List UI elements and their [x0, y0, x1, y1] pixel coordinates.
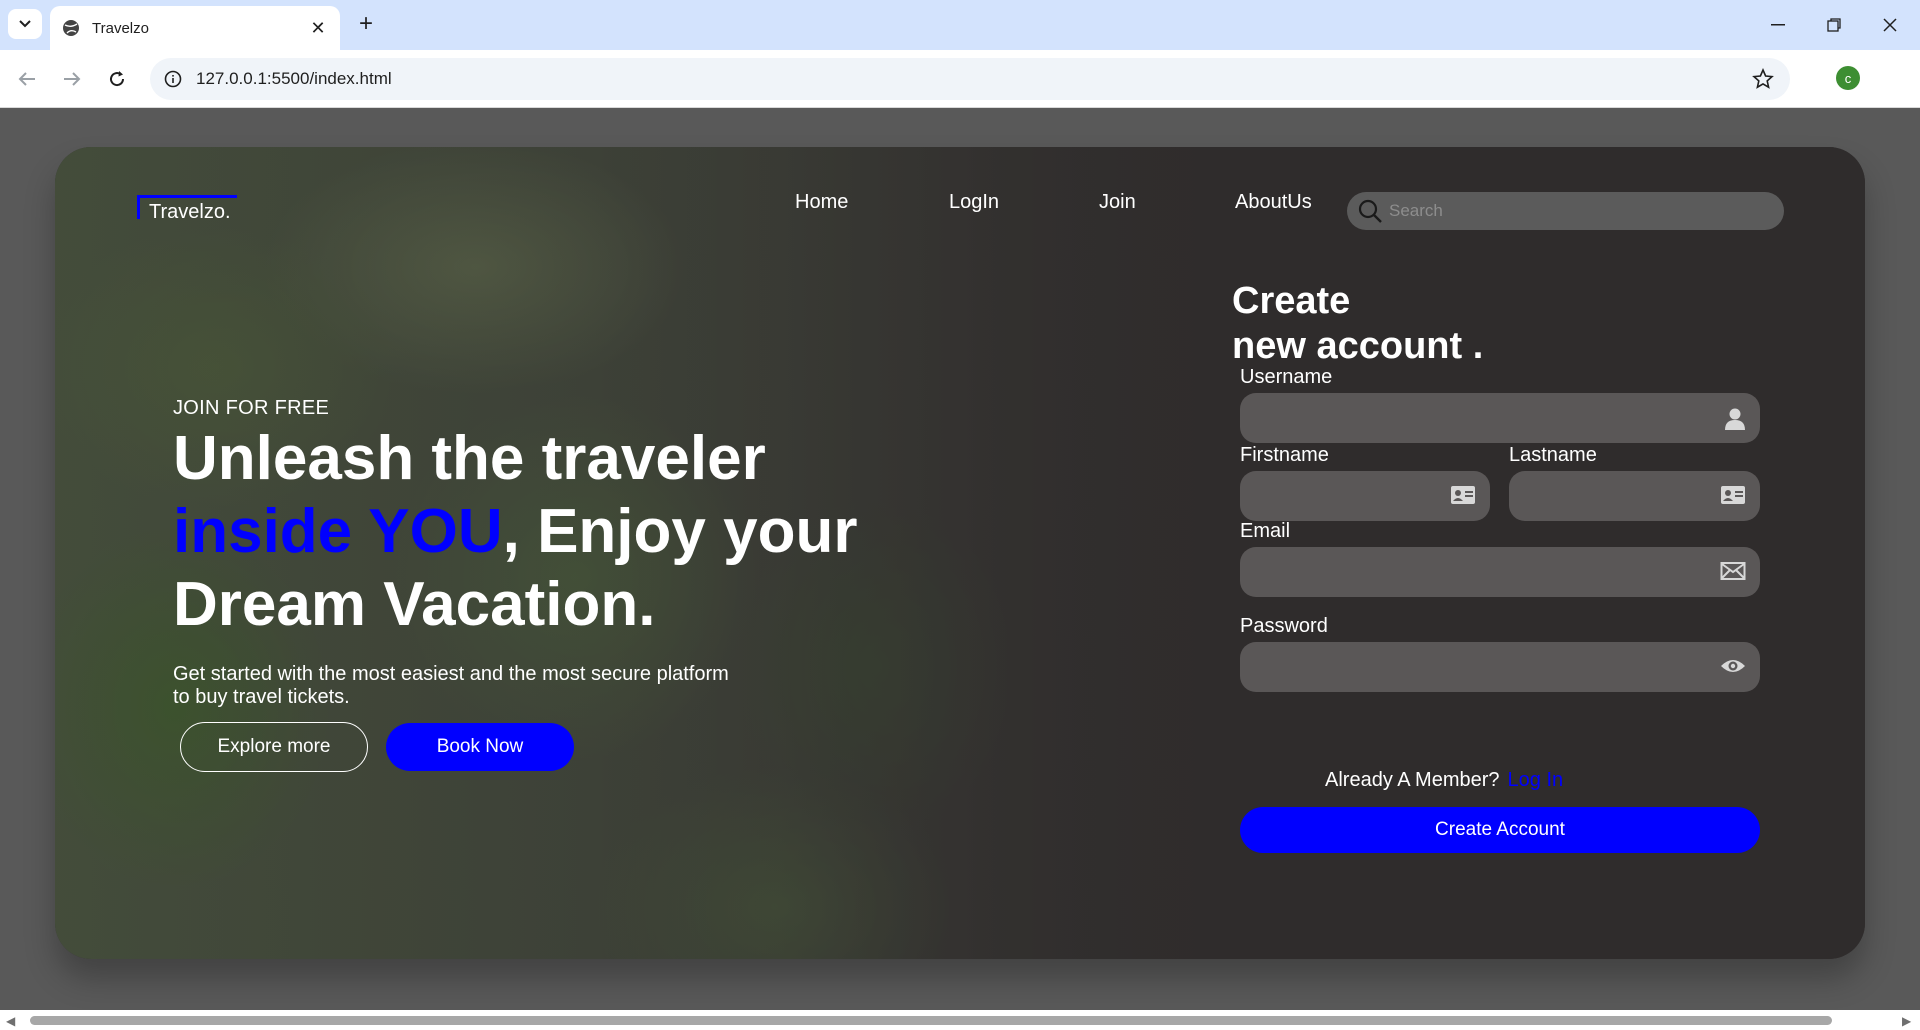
member-text: Already A Member?: [1325, 769, 1500, 791]
id-card-icon: [1451, 486, 1475, 504]
nav-aboutus[interactable]: AboutUs: [1235, 191, 1312, 214]
nav-join[interactable]: Join: [1099, 191, 1136, 214]
forward-button[interactable]: [55, 62, 89, 96]
close-icon: [1883, 18, 1897, 32]
email-label: Email: [1240, 520, 1291, 542]
search-input[interactable]: Search: [1347, 192, 1784, 230]
profile-avatar[interactable]: c: [1836, 66, 1860, 90]
form-title: Create new account .: [1232, 279, 1772, 369]
lastname-label: Lastname: [1509, 444, 1597, 466]
tab-title: Travelzo: [92, 19, 149, 37]
hero-actions: Explore more Book Now: [180, 722, 574, 772]
back-button[interactable]: [10, 62, 44, 96]
lastname-field[interactable]: [1509, 471, 1760, 521]
minimize-button[interactable]: [1750, 0, 1806, 50]
restore-icon: [1827, 18, 1841, 32]
arrow-left-icon: [18, 72, 35, 86]
headline-line-2-rest: , Enjoy your: [502, 497, 858, 566]
hero-subtitle: Get started with the most easiest and th…: [173, 663, 729, 708]
scrollbar-thumb[interactable]: [30, 1016, 1832, 1025]
tab-search-button[interactable]: [8, 9, 42, 39]
page-viewport: Travelzo. Home LogIn Join AboutUs Search…: [0, 109, 1920, 1010]
login-link[interactable]: Log In: [1508, 769, 1564, 791]
new-tab-button[interactable]: +: [352, 10, 380, 38]
close-window-button[interactable]: [1862, 0, 1918, 50]
nav-login[interactable]: LogIn: [949, 191, 999, 214]
address-bar[interactable]: 127.0.0.1:5500/index.html: [150, 58, 1790, 100]
hero-headline: Unleash the traveler inside YOU, Enjoy y…: [173, 422, 933, 641]
minimize-icon: [1771, 24, 1785, 26]
search-icon: [1358, 199, 1382, 223]
browser-toolbar: 127.0.0.1:5500/index.html: [0, 50, 1920, 133]
eye-icon[interactable]: [1720, 656, 1746, 676]
password-label: Password: [1240, 615, 1328, 637]
globe-icon: [63, 20, 79, 36]
tab-close-icon[interactable]: ✕: [308, 18, 328, 39]
firstname-field[interactable]: [1240, 471, 1490, 521]
search-placeholder: Search: [1389, 201, 1443, 220]
travelzo-logo[interactable]: Travelzo.: [137, 195, 247, 235]
envelope-icon: [1720, 562, 1746, 580]
scroll-left-icon[interactable]: ◀: [6, 1014, 15, 1028]
site-info-icon[interactable]: [164, 70, 182, 88]
member-prompt: Already A Member? Log In: [1325, 769, 1563, 792]
id-card-icon: [1721, 486, 1745, 504]
headline-line-1: Unleash the traveler: [173, 424, 766, 493]
logo-text: Travelzo.: [149, 201, 231, 223]
create-account-button[interactable]: Create Account: [1240, 807, 1760, 853]
chevron-down-icon: [19, 20, 31, 28]
book-now-button[interactable]: Book Now: [386, 723, 574, 771]
hero-card: Travelzo. Home LogIn Join AboutUs Search…: [55, 147, 1865, 959]
nav-home[interactable]: Home: [795, 191, 848, 214]
bookmark-star-icon[interactable]: [1752, 68, 1774, 90]
password-field[interactable]: [1240, 642, 1760, 692]
firstname-label: Firstname: [1240, 444, 1329, 466]
headline-line-3: Dream Vacation.: [173, 570, 656, 639]
headline-accent: inside YOU: [173, 497, 503, 566]
email-field[interactable]: [1240, 547, 1760, 597]
restore-button[interactable]: [1806, 0, 1862, 50]
browser-tab[interactable]: Travelzo ✕: [50, 6, 340, 50]
username-field[interactable]: [1240, 393, 1760, 443]
hero-copy: JOIN FOR FREE Unleash the traveler insid…: [173, 397, 933, 709]
arrow-right-icon: [64, 72, 81, 86]
form-title-line-1: Create: [1232, 280, 1351, 322]
horizontal-scrollbar[interactable]: ◀ ▶: [0, 1010, 1920, 1030]
headline-line-2: inside YOU, Enjoy your: [173, 495, 933, 568]
form-title-line-2: new account .: [1232, 325, 1484, 367]
user-icon: [1725, 408, 1745, 430]
reload-button[interactable]: [100, 62, 134, 96]
scroll-right-icon[interactable]: ▶: [1902, 1014, 1911, 1028]
username-label: Username: [1240, 366, 1333, 388]
browser-tab-strip: Travelzo ✕ +: [0, 0, 1920, 50]
reload-icon: [110, 71, 125, 87]
url-text: 127.0.0.1:5500/index.html: [196, 69, 392, 88]
explore-more-button[interactable]: Explore more: [180, 722, 368, 772]
signup-form: Create new account .: [1232, 279, 1772, 369]
hero-kicker: JOIN FOR FREE: [173, 397, 330, 419]
